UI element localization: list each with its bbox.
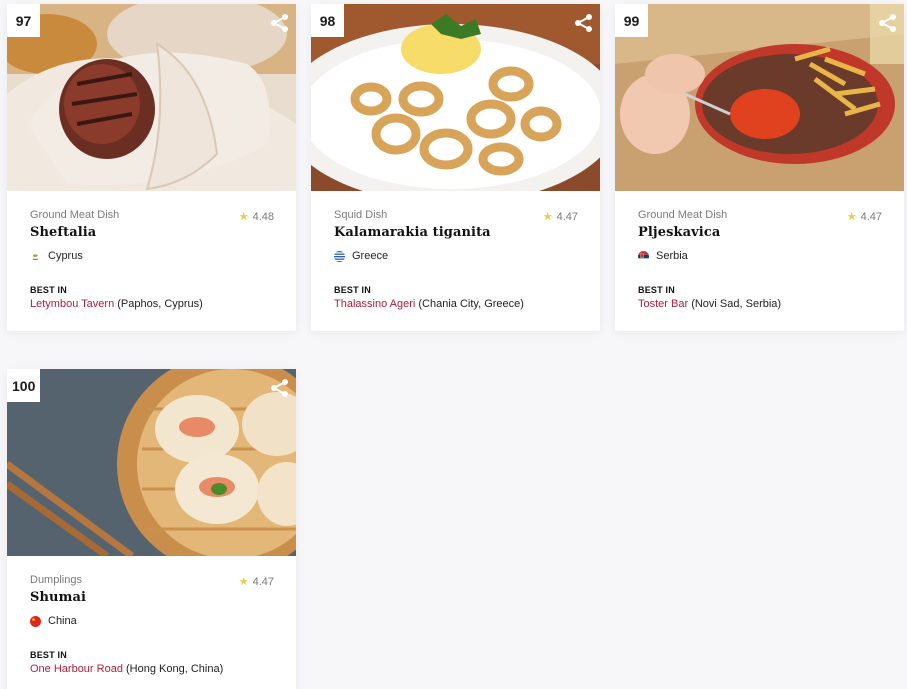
rating-value: 4.47 (860, 210, 882, 223)
rating: ★ 4.48 (238, 210, 274, 224)
country-name: China (48, 615, 77, 627)
dish-photo[interactable]: 97 (7, 4, 296, 191)
rating: ★ 4.47 (542, 210, 578, 224)
country-link[interactable]: Greece (334, 250, 577, 262)
share-icon[interactable] (270, 378, 290, 398)
best-in-label: BEST IN (30, 285, 67, 295)
country-name: Greece (352, 250, 389, 262)
rating-value: 4.48 (252, 210, 274, 223)
restaurant-link[interactable]: One Harbour Road (30, 663, 123, 675)
serbia-flag-icon (638, 250, 649, 262)
dish-category: Ground Meat Dish (30, 209, 120, 221)
rating-value: 4.47 (252, 575, 274, 588)
dish-photo[interactable]: 100 (7, 369, 296, 556)
country-link[interactable]: Serbia (638, 250, 881, 262)
dish-category: Dumplings (30, 574, 82, 586)
best-in-place: Toster Bar (Novi Sad, Serbia) (638, 298, 881, 310)
dish-name[interactable]: Sheftalia (30, 225, 273, 240)
rank-badge: 97 (7, 4, 40, 37)
share-icon[interactable] (878, 13, 898, 33)
dish-photo[interactable]: 99 (615, 4, 904, 191)
country-link[interactable]: China (30, 615, 273, 627)
cyprus-flag-icon (30, 250, 41, 262)
dish-category: Ground Meat Dish (638, 209, 728, 221)
dish-card-kalamarakia-tiganita[interactable]: 98 Squid Dish ★ 4.47 Kalamarakia tiganit… (311, 4, 600, 331)
country-name: Serbia (656, 250, 688, 262)
country-link[interactable]: Cyprus (30, 250, 273, 262)
star-icon: ★ (846, 211, 857, 223)
best-in-label: BEST IN (638, 285, 675, 295)
best-in-place: One Harbour Road (Hong Kong, China) (30, 663, 273, 675)
rank-badge: 99 (615, 4, 648, 37)
best-in-place: Letymbou Tavern (Paphos, Cyprus) (30, 298, 273, 310)
dish-card-pljeskavica[interactable]: 99 Ground Meat Dish ★ 4.47 Pljeskavica S… (615, 4, 904, 331)
restaurant-location: (Chania City, Greece) (418, 298, 524, 310)
greece-flag-icon (334, 250, 345, 262)
rank-badge: 100 (7, 369, 41, 402)
dish-category: Squid Dish (334, 209, 388, 221)
star-icon: ★ (238, 576, 249, 588)
rating: ★ 4.47 (238, 575, 274, 589)
rank-badge: 98 (311, 4, 344, 37)
dish-name[interactable]: Kalamarakia tiganita (334, 225, 577, 240)
star-icon: ★ (542, 211, 553, 223)
share-icon[interactable] (270, 13, 290, 33)
rating-value: 4.47 (556, 210, 578, 223)
restaurant-link[interactable]: Toster Bar (638, 298, 688, 310)
restaurant-location: (Hong Kong, China) (126, 663, 224, 675)
best-in-label: BEST IN (334, 285, 371, 295)
dish-name[interactable]: Pljeskavica (638, 225, 881, 240)
restaurant-link[interactable]: Letymbou Tavern (30, 298, 114, 310)
best-in-place: Thalassino Ageri (Chania City, Greece) (334, 298, 577, 310)
restaurant-location: (Paphos, Cyprus) (117, 298, 203, 310)
dish-card-shumai[interactable]: 100 Dumplings ★ 4.47 Shumai China BEST I… (7, 369, 296, 689)
dish-name[interactable]: Shumai (30, 590, 273, 605)
china-flag-icon (30, 615, 41, 627)
share-icon[interactable] (574, 13, 594, 33)
restaurant-link[interactable]: Thalassino Ageri (334, 298, 415, 310)
restaurant-location: (Novi Sad, Serbia) (691, 298, 782, 310)
best-in-label: BEST IN (30, 650, 67, 660)
dish-card-sheftalia[interactable]: 97 Ground Meat Dish ★ 4.48 Sheftalia Cyp… (7, 4, 296, 331)
dish-photo[interactable]: 98 (311, 4, 600, 191)
country-name: Cyprus (48, 250, 83, 262)
star-icon: ★ (238, 211, 249, 223)
rating: ★ 4.47 (846, 210, 882, 224)
